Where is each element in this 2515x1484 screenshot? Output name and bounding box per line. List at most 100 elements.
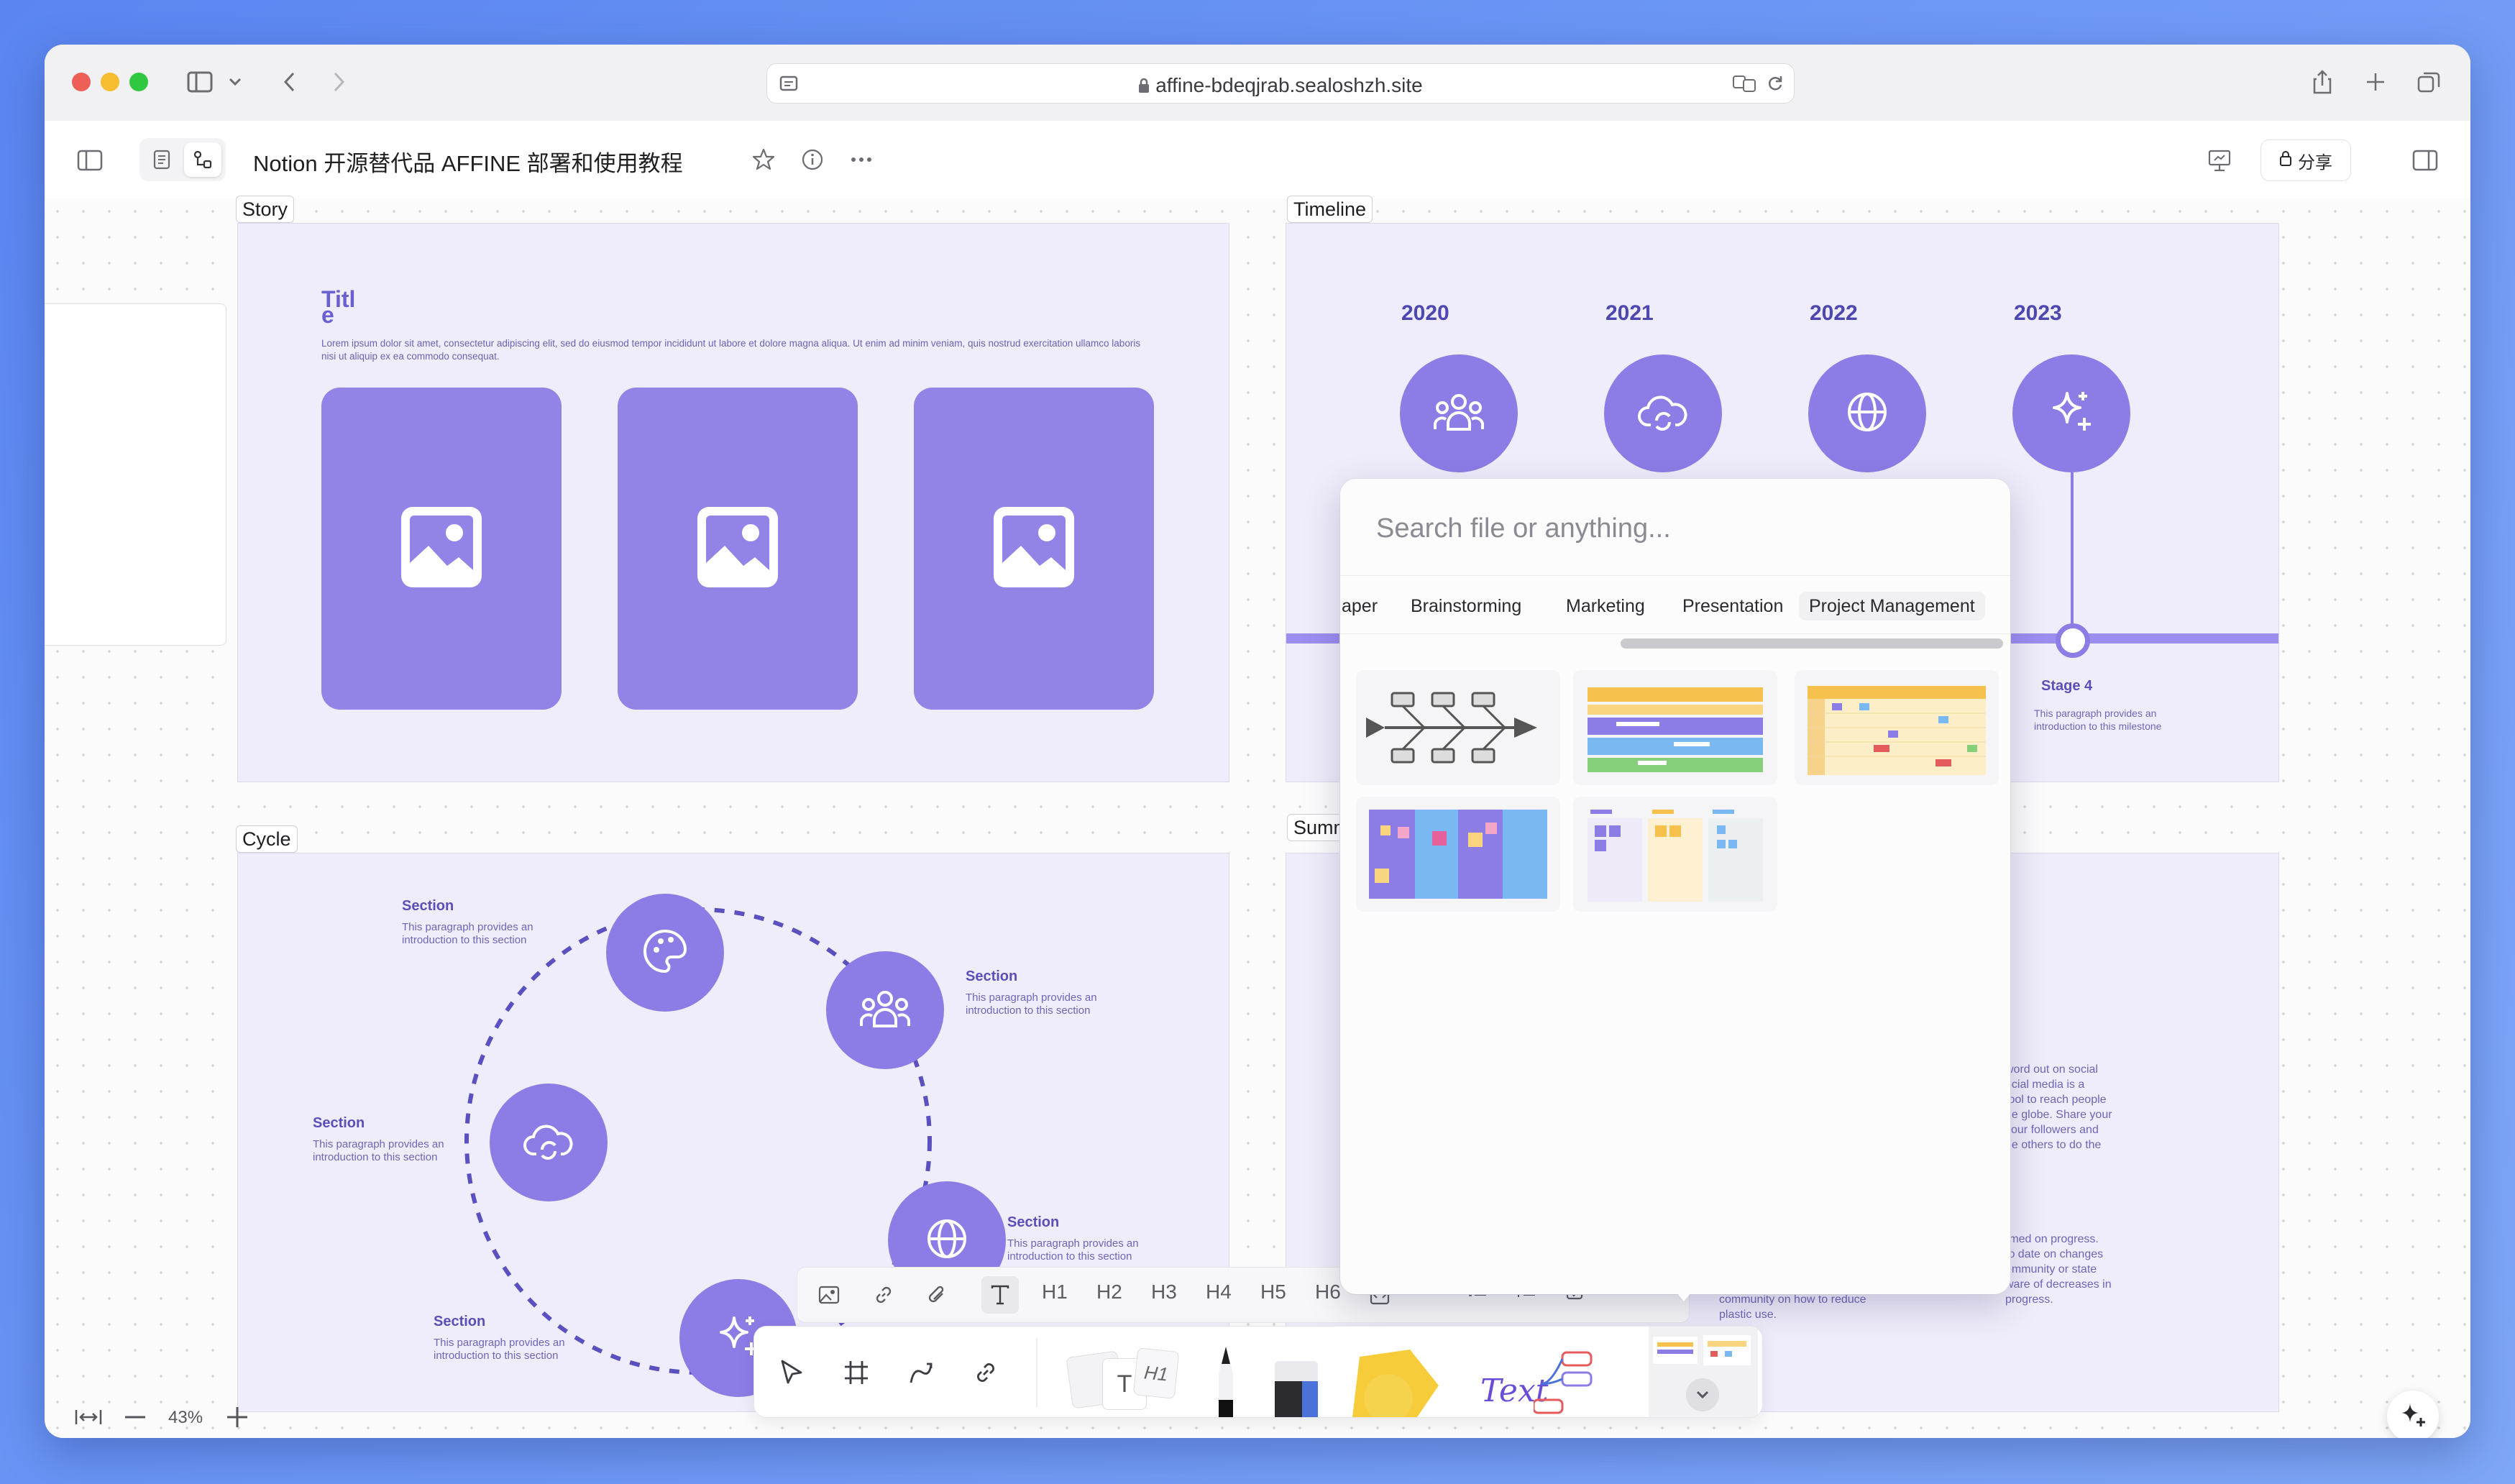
tab-marketing[interactable]: Marketing (1556, 592, 1655, 620)
present-icon[interactable] (2202, 142, 2237, 178)
summary-text[interactable]: word out on social ocial media is a tool… (2005, 1062, 2178, 1153)
sidebar-toggle-icon[interactable] (72, 142, 108, 178)
heading-4-button[interactable]: H4 (1206, 1281, 1232, 1304)
fit-to-screen-icon[interactable] (70, 1402, 106, 1432)
translate-icon[interactable] (1731, 73, 1759, 94)
template-roadmap[interactable] (1573, 670, 1777, 785)
section-title[interactable]: Section (434, 1314, 485, 1330)
connector-tool-icon[interactable] (901, 1352, 941, 1393)
right-sidebar-icon[interactable] (2407, 142, 2443, 178)
edgeless-mode-icon[interactable] (184, 142, 221, 177)
share-button[interactable]: 分享 (2260, 139, 2351, 181)
image-icon[interactable] (815, 1281, 843, 1309)
image-card[interactable] (914, 388, 1154, 710)
section-text[interactable]: This paragraph provides an introduction … (313, 1138, 471, 1164)
frame-tool-icon[interactable] (836, 1352, 876, 1393)
heading-6-button[interactable]: H6 (1315, 1281, 1341, 1304)
image-card[interactable] (618, 388, 858, 710)
timeline-year[interactable]: 2023 (2014, 301, 2062, 326)
sidebar-toggle-icon[interactable] (184, 66, 216, 98)
timeline-node[interactable] (1604, 354, 1722, 472)
maximize-window-button[interactable] (129, 73, 148, 91)
image-card[interactable] (321, 388, 562, 710)
summary-text[interactable]: community on how to reduce plastic use. (1719, 1292, 1935, 1322)
pen-tool[interactable] (1211, 1345, 1240, 1417)
template-tool[interactable] (1649, 1327, 1758, 1417)
zoom-level[interactable]: 43% (168, 1408, 203, 1428)
frame-label-timeline[interactable]: Timeline (1287, 196, 1373, 223)
template-kanban-grid[interactable] (1795, 670, 1999, 785)
back-icon[interactable] (273, 66, 305, 98)
close-window-button[interactable] (72, 73, 91, 91)
tab-project-management[interactable]: Project Management (1799, 592, 1985, 620)
link-tool-icon[interactable] (966, 1352, 1006, 1393)
address-bar[interactable]: affine-bdeqjrab.sealoshzh.site (766, 63, 1795, 104)
template-fishbone[interactable] (1356, 670, 1560, 785)
share-icon[interactable] (2306, 65, 2338, 99)
template-columns-board[interactable] (1573, 797, 1777, 912)
stage-text[interactable]: This paragraph provides an introduction … (2034, 707, 2171, 733)
text-tool-icon[interactable] (981, 1276, 1019, 1314)
timeline-marker[interactable] (2056, 623, 2090, 658)
tab-overview-icon[interactable] (2413, 65, 2445, 99)
frame-label-cycle[interactable]: Cycle (236, 825, 298, 853)
tab-brainstorming[interactable]: Brainstorming (1401, 592, 1531, 620)
section-title[interactable]: Section (402, 898, 454, 915)
timeline-node[interactable] (1808, 354, 1926, 472)
section-text[interactable]: This paragraph provides an introduction … (402, 921, 560, 947)
tab-presentation[interactable]: Presentation (1672, 592, 1793, 620)
reload-icon[interactable] (1762, 73, 1788, 94)
stage-title[interactable]: Stage 4 (2041, 678, 2092, 695)
more-options-icon[interactable] (844, 142, 879, 177)
frame-label-story[interactable]: Story (236, 196, 295, 223)
doc-title[interactable]: Notion 开源替代品 AFFINE 部署和使用教程 (253, 145, 683, 178)
template-sticky-board[interactable] (1356, 797, 1560, 912)
tabs-scrollbar[interactable] (1621, 638, 2003, 649)
timeline-year[interactable]: 2022 (1810, 301, 1858, 326)
page-mode-icon[interactable] (144, 144, 180, 175)
globe-icon (925, 1217, 968, 1264)
timeline-year[interactable]: 2020 (1401, 301, 1449, 326)
info-icon[interactable] (795, 142, 830, 177)
cycle-node[interactable] (606, 894, 724, 1012)
frame-story[interactable]: Titl e Lorem ipsum dolor sit amet, conse… (237, 223, 1229, 782)
section-text[interactable]: This paragraph provides an introduction … (966, 991, 1124, 1017)
chevron-down-icon[interactable] (224, 66, 246, 98)
heading-5-button[interactable]: H5 (1260, 1281, 1286, 1304)
heading-2-button[interactable]: H2 (1096, 1281, 1122, 1304)
edgeless-canvas[interactable]: Story Titl e Lorem ipsum dolor sit amet,… (45, 196, 2470, 1438)
summary-text[interactable]: rmed on progress. to date on changes omm… (2005, 1232, 2178, 1307)
timeline-node[interactable] (1400, 354, 1518, 472)
zoom-in-icon[interactable] (223, 1402, 252, 1432)
tab-paper[interactable]: aper (1340, 592, 1388, 620)
story-body[interactable]: Lorem ipsum dolor sit amet, consectetur … (321, 337, 1141, 363)
section-title[interactable]: Section (966, 968, 1017, 985)
cycle-node[interactable] (826, 951, 944, 1069)
link-icon[interactable] (869, 1281, 898, 1309)
timeline-year[interactable]: 2021 (1605, 301, 1654, 326)
new-tab-icon[interactable] (2360, 65, 2391, 99)
cycle-node[interactable] (490, 1084, 608, 1201)
section-text[interactable]: This paragraph provides an introduction … (1007, 1237, 1165, 1263)
timeline-node[interactable] (2012, 354, 2130, 472)
attachment-icon[interactable] (922, 1281, 951, 1309)
mindmap-text-tool[interactable]: Text (1476, 1348, 1598, 1417)
zoom-out-icon[interactable] (121, 1402, 150, 1432)
template-search-input[interactable]: Search file or anything... (1376, 513, 1671, 544)
forward-icon[interactable] (324, 66, 355, 98)
section-text[interactable]: This paragraph provides an introduction … (434, 1337, 592, 1362)
chevron-down-icon[interactable] (1686, 1378, 1719, 1411)
section-title[interactable]: Section (313, 1115, 365, 1132)
shape-tool[interactable] (1345, 1342, 1453, 1417)
heading-1-button[interactable]: H1 (1042, 1281, 1068, 1304)
text-card-tool[interactable]: T H1 (1066, 1347, 1180, 1417)
ai-assistant-button[interactable] (2387, 1391, 2439, 1438)
note-block[interactable] (45, 303, 226, 646)
minimize-window-button[interactable] (101, 73, 119, 91)
story-title[interactable]: Titl e (321, 288, 355, 326)
section-title[interactable]: Section (1007, 1214, 1059, 1231)
select-tool-icon[interactable] (771, 1352, 812, 1393)
eraser-tool[interactable] (1270, 1361, 1322, 1417)
favorite-star-icon[interactable] (746, 142, 781, 177)
heading-3-button[interactable]: H3 (1151, 1281, 1177, 1304)
